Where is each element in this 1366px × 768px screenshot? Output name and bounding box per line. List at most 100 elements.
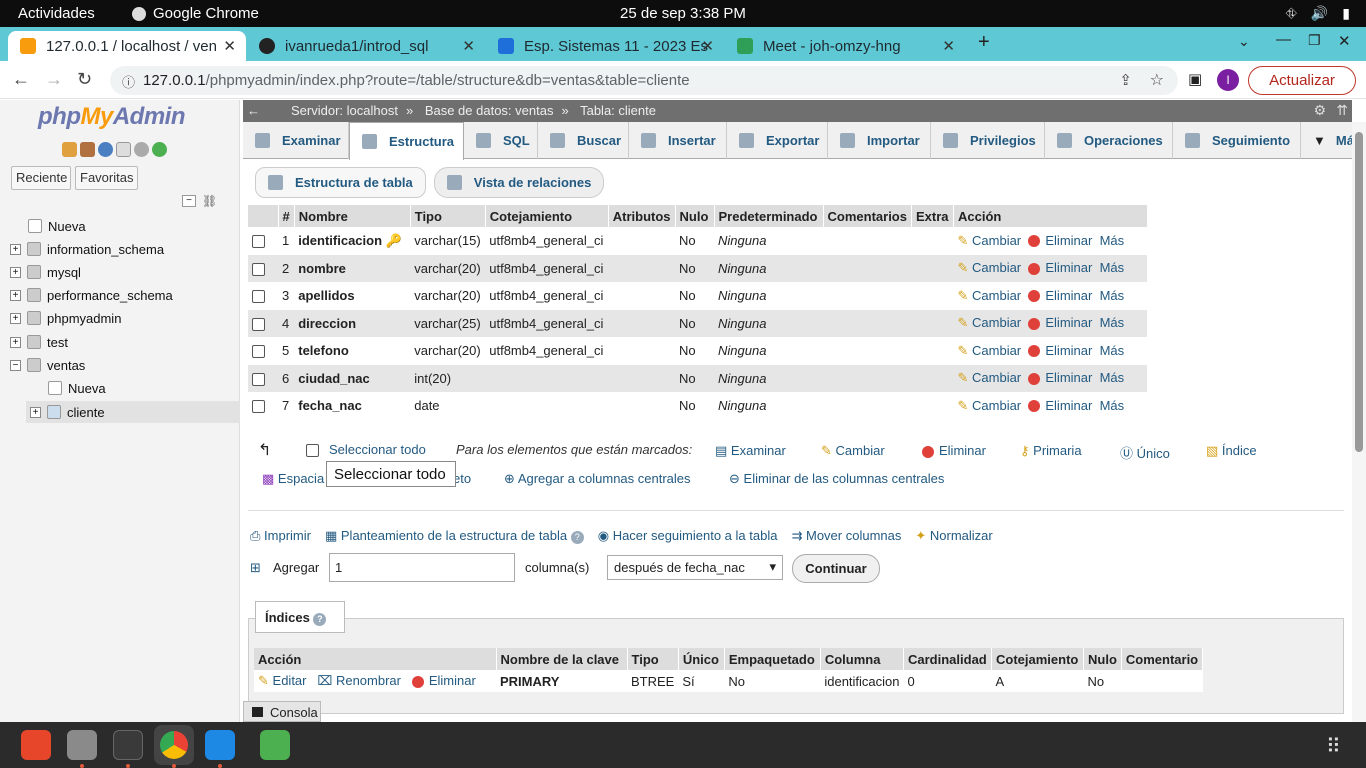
- row-checkbox[interactable]: [252, 262, 265, 276]
- side-panel-icon[interactable]: ▣: [1188, 70, 1202, 88]
- trash-icon[interactable]: [260, 730, 290, 760]
- tree-item-new[interactable]: Nueva: [28, 215, 86, 237]
- brave-icon[interactable]: [21, 730, 51, 760]
- expand-icon[interactable]: +: [10, 266, 21, 278]
- close-tab-icon[interactable]: ✕: [701, 37, 714, 55]
- more-link[interactable]: Más: [1100, 288, 1125, 303]
- propose-structure-link[interactable]: ▦ Planteamiento de la estructura de tabl…: [325, 528, 584, 544]
- tab-tracking[interactable]: Seguimiento: [1173, 122, 1301, 159]
- print-link[interactable]: ⎙ Imprimir: [250, 528, 311, 544]
- scrollbar-thumb[interactable]: [1355, 132, 1363, 452]
- address-bar[interactable]: ⓘ 127.0.0.1/phpmyadmin/index.php?route=/…: [110, 66, 1178, 95]
- tab-insert[interactable]: Insertar: [629, 122, 727, 159]
- docs-icon[interactable]: [116, 142, 131, 157]
- expand-icon[interactable]: +: [10, 289, 21, 301]
- terminal-icon[interactable]: [113, 730, 143, 760]
- normalize-link[interactable]: ✦ Normalizar: [915, 528, 992, 544]
- more-link[interactable]: Más: [1100, 398, 1125, 413]
- more-link[interactable]: Más: [1100, 343, 1125, 358]
- change-link[interactable]: ✎ Cambiar: [957, 398, 1021, 413]
- row-checkbox[interactable]: [252, 372, 265, 386]
- row-checkbox[interactable]: [252, 400, 265, 414]
- more-link[interactable]: Más: [1100, 233, 1125, 248]
- tree-item-test[interactable]: + test: [10, 331, 68, 353]
- expand-icon[interactable]: +: [10, 312, 21, 324]
- delete-link[interactable]: Eliminar: [1028, 315, 1092, 330]
- clock[interactable]: 25 de sep 3:38 PM: [620, 5, 746, 22]
- delete-link[interactable]: Eliminar: [1028, 260, 1092, 275]
- continue-button[interactable]: Continuar: [792, 554, 880, 583]
- tab-privileges[interactable]: Privilegios: [931, 122, 1045, 159]
- bulk-change-button[interactable]: ✎ Cambiar: [821, 443, 885, 459]
- change-link[interactable]: ✎ Cambiar: [957, 343, 1021, 358]
- activities-button[interactable]: Actividades: [18, 5, 95, 22]
- chrome-dock-item[interactable]: [154, 725, 194, 765]
- row-checkbox[interactable]: [252, 235, 265, 249]
- bookmark-star-icon[interactable]: ☆: [1150, 70, 1164, 90]
- tab-import[interactable]: Importar: [828, 122, 931, 159]
- more-link[interactable]: Más: [1100, 315, 1125, 330]
- forward-icon[interactable]: →: [45, 69, 63, 90]
- remove-central-columns-button[interactable]: ⊖ Eliminar de las columnas centrales: [729, 471, 944, 487]
- profile-avatar[interactable]: I: [1217, 69, 1239, 91]
- change-link[interactable]: ✎ Cambiar: [957, 260, 1021, 275]
- close-tab-icon[interactable]: ✕: [942, 37, 955, 55]
- delete-link[interactable]: Eliminar: [1028, 288, 1092, 303]
- back-icon[interactable]: ←: [12, 69, 30, 90]
- tree-item-mysql[interactable]: + mysql: [10, 261, 81, 283]
- tree-item-ventas[interactable]: − ventas: [10, 354, 85, 376]
- change-link[interactable]: ✎ Cambiar: [957, 288, 1021, 303]
- subtab-table-structure[interactable]: Estructura de tabla: [255, 167, 426, 198]
- page-scrollbar[interactable]: [1352, 122, 1366, 722]
- bulk-index-button[interactable]: ▧ Índice: [1206, 443, 1257, 459]
- phpmyadmin-logo[interactable]: phpMyAdmin: [38, 103, 186, 131]
- col-header-name[interactable]: Nombre: [294, 205, 411, 227]
- expand-icon[interactable]: +: [10, 243, 21, 255]
- collapse-icon[interactable]: −: [10, 359, 21, 371]
- reload-icon[interactable]: ↻: [77, 69, 92, 90]
- site-info-icon[interactable]: ⓘ: [122, 72, 135, 91]
- row-checkbox[interactable]: [252, 290, 265, 304]
- tab-github[interactable]: ivanrueda1/introd_sql ✕: [247, 31, 485, 61]
- bulk-spatial-button[interactable]: ▩ Espacia: [262, 471, 324, 487]
- delete-link[interactable]: Eliminar: [1028, 343, 1092, 358]
- subtab-relation-view[interactable]: Vista de relaciones: [433, 167, 605, 198]
- collapse-all-icon[interactable]: −: [182, 195, 196, 207]
- logout-icon[interactable]: [80, 142, 95, 157]
- select-all-checkbox[interactable]: [306, 444, 319, 457]
- update-button[interactable]: Actualizar: [1248, 66, 1356, 95]
- more-link[interactable]: Más: [1100, 260, 1125, 275]
- change-link[interactable]: ✎ Cambiar: [957, 315, 1021, 330]
- delete-link[interactable]: Eliminar: [1028, 233, 1092, 248]
- tab-classroom[interactable]: Esp. Sistemas 11 - 2023 Es ✕: [486, 31, 724, 61]
- add-columns-count-input[interactable]: 1: [329, 553, 515, 582]
- files-icon[interactable]: [67, 730, 97, 760]
- settings-gear-icon[interactable]: [134, 142, 149, 157]
- delete-index-link[interactable]: Eliminar: [411, 673, 476, 688]
- tab-search[interactable]: Buscar: [538, 122, 629, 159]
- tab-phpmyadmin[interactable]: 127.0.0.1 / localhost / ven ✕: [8, 31, 246, 61]
- rename-index-link[interactable]: ⌧ Renombrar: [317, 673, 401, 688]
- edit-index-link[interactable]: ✎ Editar: [258, 673, 307, 688]
- row-checkbox[interactable]: [252, 345, 265, 359]
- tab-sql[interactable]: SQL: [464, 122, 538, 159]
- column-position-select[interactable]: después de fecha_nac ▾: [607, 555, 783, 580]
- settings-gear-icon[interactable]: ⚙: [1313, 102, 1326, 119]
- add-central-columns-button[interactable]: ⊕ Agregar a columnas centrales: [504, 471, 691, 487]
- tab-structure[interactable]: Estructura: [349, 122, 464, 160]
- close-tab-icon[interactable]: ✕: [462, 37, 475, 55]
- breadcrumb-table[interactable]: Tabla: cliente: [580, 103, 656, 118]
- app-menu[interactable]: Google Chrome: [132, 5, 259, 22]
- help-icon[interactable]: [98, 142, 113, 157]
- tab-browse[interactable]: Examinar: [243, 122, 349, 159]
- change-link[interactable]: ✎ Cambiar: [957, 370, 1021, 385]
- refresh-icon[interactable]: [152, 142, 167, 157]
- new-tab-icon[interactable]: +: [978, 31, 990, 54]
- console-toggle[interactable]: Consola: [243, 701, 321, 722]
- bulk-primary-button[interactable]: ⚷ Primaria: [1020, 443, 1082, 459]
- tree-item-phpmyadmin[interactable]: + phpmyadmin: [10, 307, 121, 329]
- tab-more[interactable]: ▼ Más: [1301, 122, 1361, 159]
- minimize-icon[interactable]: —: [1276, 31, 1291, 48]
- favorites-button[interactable]: Favoritas: [75, 166, 138, 190]
- close-window-icon[interactable]: ✕: [1338, 32, 1351, 50]
